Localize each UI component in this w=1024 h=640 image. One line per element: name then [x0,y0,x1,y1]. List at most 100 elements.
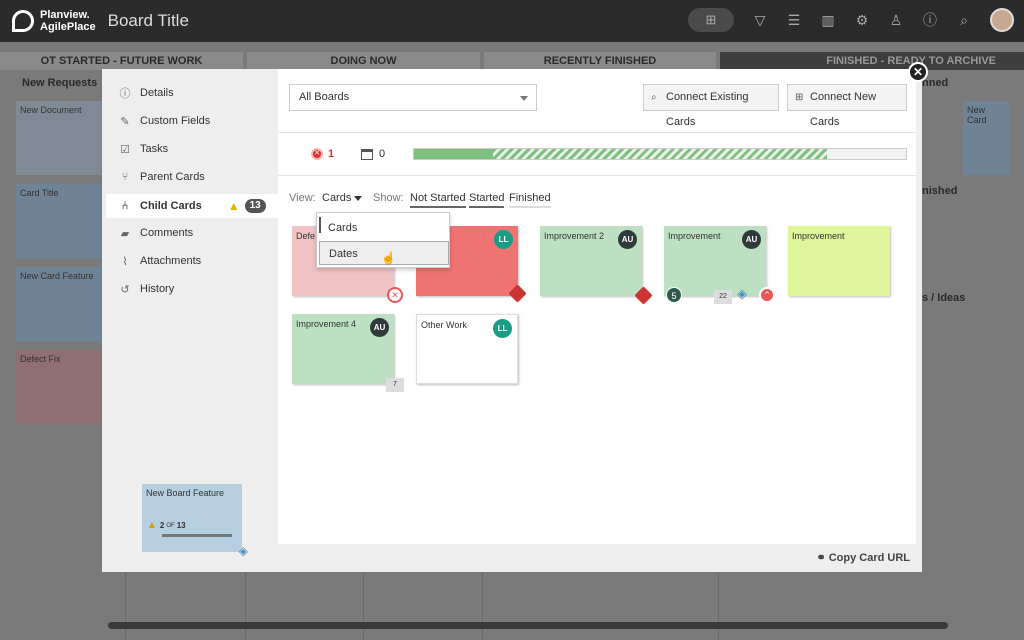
user-filter-icon[interactable]: ☰ [786,12,802,29]
link-icon: ⚭ [816,552,829,564]
sidebar-item-label: History [140,283,175,295]
sidebar-item-label: Comments [140,227,194,239]
show-label: Show: [373,192,404,204]
sidebar-item-parent-cards[interactable]: ⑂ Parent Cards [106,165,278,189]
priority-icon [634,286,653,305]
sidebar-item-comments[interactable]: ▰ Comments [106,221,278,245]
child-card[interactable]: Improvement AU 5 22 ◈ ⌃ [664,226,775,304]
view-menu-cards[interactable]: Cards [319,216,449,240]
sublane-new-requests: New Requests [22,77,98,89]
tag-icon: ◈ [737,286,747,301]
date-badge: 22 [714,290,732,304]
avatar[interactable] [990,8,1014,32]
info-icon: ⓘ [119,88,131,100]
child-card[interactable]: Improvement [788,226,890,296]
board-title: Board Title [107,11,189,30]
avatar: LL [494,230,513,249]
mini-progress-of: OF [166,522,175,529]
caret-down-icon [354,195,363,201]
due-count: 0 [361,148,385,160]
child-progress-bar [413,148,907,160]
sidebar-item-tasks[interactable]: ☑ Tasks [106,137,278,161]
sublane-ideas: s / Ideas [922,292,966,304]
blocked-icon: ✕ [311,148,323,160]
progress-started [492,149,828,159]
sidebar-item-details[interactable]: ⓘ Details [106,81,278,105]
priority-icon [508,284,527,303]
sidebar-item-label: Child Cards [140,200,202,212]
mini-progress-total: 13 [176,521,186,530]
hierarchy-icon: ⑂ [121,171,129,183]
modal-sidebar: ⓘ Details ✎ Custom Fields ☑ Tasks ⑂ Pare… [102,69,278,572]
board-card[interactable]: New Card Feature [16,267,114,341]
sidebar-item-custom-fields[interactable]: ✎ Custom Fields [106,109,278,133]
child-card[interactable]: Improvement 2 AU [540,226,653,305]
blocked-count: ✕ 1 [311,148,334,160]
avatar: AU [618,230,637,249]
avatar: AU [370,318,389,337]
custom-fields-icon: ✎ [120,115,130,128]
analytics-icon[interactable]: ▥ [820,12,836,29]
logo-line2: AgilePlace [40,21,96,33]
sidebar-item-history[interactable]: ↺ History [106,277,278,301]
child-count-badge: 13 [244,199,266,213]
sidebar-item-label: Attachments [140,255,202,267]
hierarchy-icon: ⑃ [121,200,129,212]
board-card[interactable]: Defect Fix [16,350,114,424]
board-select[interactable]: All Boards [289,84,537,111]
lane-header-not-started[interactable]: OT STARTED - FUTURE WORK [0,52,243,70]
history-icon: ↺ [120,283,130,296]
critical-icon: ⌃ [759,287,775,303]
settings-icon[interactable]: ⚙ [854,12,870,29]
hand-cursor-icon: ☝ [381,251,396,265]
view-menu: Cards Dates ☝ [316,212,450,268]
sidebar-item-label: Custom Fields [140,115,211,127]
avatar: AU [742,230,761,249]
mini-card-title: New Board Feature [146,488,225,498]
copy-card-url-link[interactable]: ⚭ Copy Card URL [816,551,910,564]
logo-mark-icon [12,10,34,32]
checkbox-icon: ☑ [120,143,130,156]
child-card[interactable]: Improvement 4 AU 7 [292,314,404,392]
date-badge: 7 [386,378,404,392]
top-bar: Planview. AgilePlace Board Title ⊞ ▽ ☰ ▥… [0,0,1024,42]
sidebar-item-child-cards[interactable]: ⑃ Child Cards ▲ 13 [106,194,278,218]
mini-progress-bar [162,534,232,537]
warning-icon: ▲ [227,199,240,213]
sidebar-item-attachments[interactable]: ⌇ Attachments [106,249,278,273]
add-user-icon[interactable]: ♙ [888,12,904,29]
comments-icon: ▰ [120,227,130,240]
info-icon[interactable]: ⓘ [922,10,938,30]
connect-existing-cards-button[interactable]: ⌕ Connect Existing Cards [643,84,779,128]
horizontal-scrollbar[interactable] [108,622,948,629]
logo[interactable]: Planview. AgilePlace [12,9,96,33]
view-label: View: [289,192,316,204]
board-select-value: All Boards [299,91,350,103]
lane-header-recently-finished[interactable]: RECENTLY FINISHED [484,52,716,70]
progress-finished [414,149,493,159]
view-select[interactable]: Cards [322,192,363,204]
add-card-icon[interactable]: ⊞ [688,8,734,32]
lane-header-doing-now[interactable]: DOING NOW [247,52,480,70]
close-icon[interactable]: ✕ [908,62,928,82]
filter-finished[interactable]: Finished [509,192,551,208]
lane-header-finished[interactable]: FINISHED - READY TO ARCHIVE [720,52,1024,70]
sidebar-item-label: Details [140,87,174,99]
child-cards-panel: All Boards ⌕ Connect Existing Cards ⊞ Co… [278,69,916,544]
filter-not-started[interactable]: Not Started [410,192,466,208]
blocked-icon: ✕ [387,287,403,303]
board-card[interactable]: New Card [963,101,1009,175]
sublane-finished: nished [922,185,958,197]
current-card-preview[interactable]: New Board Feature ▲ 2 OF 13 ◈ [142,484,248,558]
filter-started[interactable]: Started [469,192,505,208]
filter-icon[interactable]: ▽ [752,12,768,29]
board-card[interactable]: New Document [16,101,114,175]
logo-line1: Planview. [40,9,90,21]
warning-icon: ▲ [147,520,157,531]
child-card[interactable]: Other Work LL [416,314,518,384]
board-card[interactable]: Card Title [16,184,114,258]
connect-new-cards-button[interactable]: ⊞ Connect New Cards [787,84,907,128]
sidebar-item-label: Tasks [140,143,169,155]
search-icon[interactable]: ⌕ [956,12,972,29]
card-details-modal: ⓘ Details ✎ Custom Fields ☑ Tasks ⑂ Pare… [102,69,922,572]
